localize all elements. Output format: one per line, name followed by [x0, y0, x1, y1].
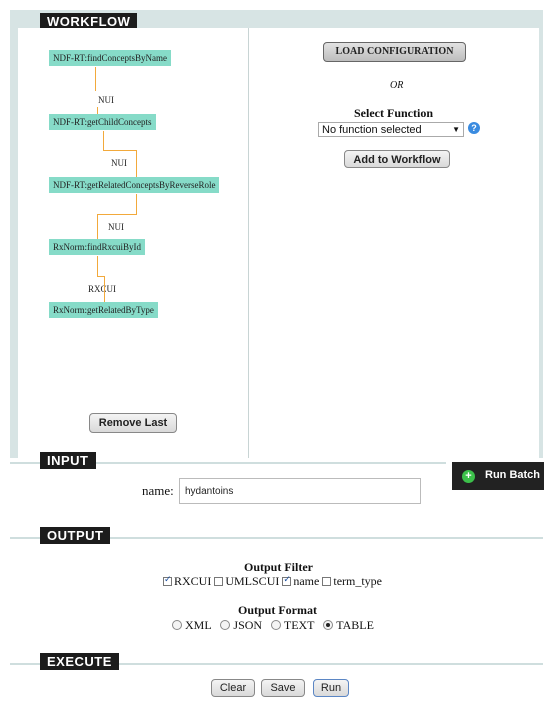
run-batch-label: Run Batch [485, 469, 540, 481]
output-filter-row: RXCUI UMLSCUI name term_type [163, 574, 382, 589]
checkbox[interactable] [163, 575, 172, 586]
workflow-node[interactable]: NDF-RT:getRelatedConceptsByReverseRole [49, 177, 220, 193]
checkbox[interactable] [214, 577, 224, 586]
workflow-connector-line [103, 150, 136, 151]
plus-icon: + [462, 470, 475, 483]
chevron-down-icon: ▼ [452, 125, 460, 134]
execute-header: EXECUTE [40, 653, 119, 670]
workflow-connector-line [104, 276, 105, 302]
workflow-connector-label: NUI [98, 95, 114, 105]
radio[interactable] [220, 620, 231, 630]
add-to-workflow-button[interactable]: Add to Workflow [344, 150, 450, 168]
function-select[interactable]: No function selected ▼ [318, 122, 464, 137]
output-header: OUTPUT [40, 527, 111, 544]
help-icon[interactable]: ? [468, 122, 480, 134]
select-function-label: Select Function [354, 106, 433, 120]
run-button[interactable]: Run [313, 679, 349, 697]
workflow-connector-line [97, 214, 137, 215]
workflow-connector-line [97, 276, 104, 277]
filter-name[interactable]: name [282, 574, 319, 588]
name-label: name: [142, 483, 174, 498]
load-configuration-button[interactable]: LOAD CONFIGURATION [323, 42, 466, 62]
workflow-divider [248, 28, 249, 458]
workflow-connector-line [136, 150, 137, 177]
workflow-connector-label: NUI [108, 222, 124, 232]
radio[interactable] [323, 620, 334, 630]
workflow-connector-label: RXCUI [88, 284, 117, 294]
workflow-node[interactable]: RxNorm:getRelatedByType [49, 302, 158, 318]
format-json[interactable]: JSON [220, 618, 262, 632]
workflow-node[interactable]: NDF-RT:findConceptsByName [49, 50, 171, 66]
run-batch-button[interactable]: + Run Batch [452, 462, 544, 490]
filter-term-type[interactable]: term_type [322, 574, 382, 588]
workflow-connector-line [95, 67, 96, 91]
checkbox[interactable] [322, 577, 332, 586]
radio[interactable] [270, 620, 281, 630]
name-input[interactable] [179, 478, 421, 504]
remove-last-button[interactable]: Remove Last [89, 413, 177, 433]
output-format-row: XML JSON TEXT TABLE [172, 618, 380, 633]
filter-umlscui[interactable]: UMLSCUI [214, 574, 279, 588]
workflow-connector-line [103, 131, 104, 150]
output-filter-title: Output Filter [244, 560, 313, 574]
function-select-value: No function selected [322, 124, 422, 136]
format-xml[interactable]: XML [172, 618, 212, 632]
workflow-connector-line [97, 256, 98, 276]
workflow-connector-line [97, 214, 98, 239]
filter-rxcui[interactable]: RXCUI [163, 574, 211, 588]
or-text: OR [390, 80, 404, 91]
workflow-node[interactable]: RxNorm:findRxcuiById [49, 239, 145, 255]
input-header: INPUT [40, 452, 96, 469]
checkbox[interactable] [282, 575, 292, 586]
workflow-connector-line [95, 90, 96, 91]
radio[interactable] [172, 620, 182, 630]
workflow-connector-label: NUI [111, 158, 127, 168]
save-button[interactable]: Save [261, 679, 305, 697]
workflow-node[interactable]: NDF-RT:getChildConcepts [49, 114, 156, 130]
output-format-title: Output Format [238, 603, 317, 617]
format-text[interactable]: TEXT [270, 618, 315, 632]
clear-button[interactable]: Clear [211, 679, 255, 697]
workflow-connector-line [136, 194, 137, 214]
format-table[interactable]: TABLE [323, 618, 374, 632]
